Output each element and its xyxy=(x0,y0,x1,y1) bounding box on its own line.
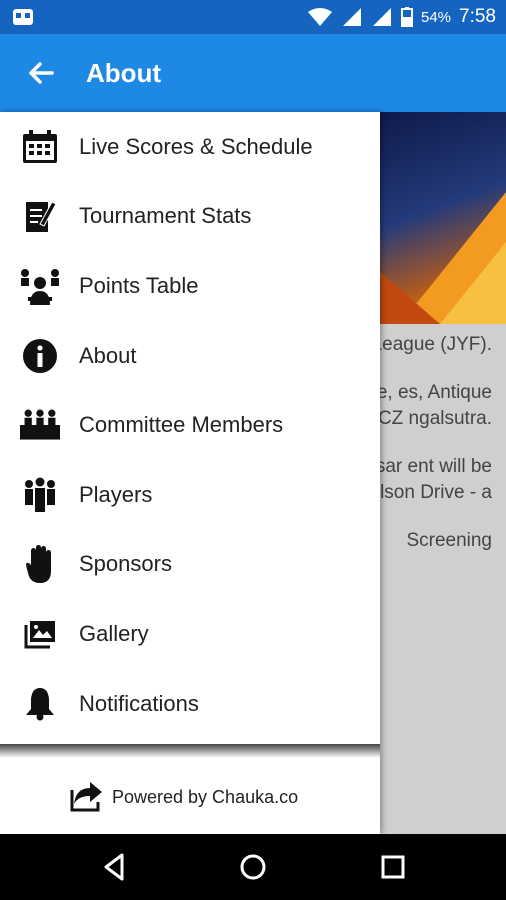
menu-item-notifications[interactable]: Notifications xyxy=(0,669,380,739)
hand-icon xyxy=(20,544,60,584)
signal-icon xyxy=(342,8,361,26)
wifi-icon xyxy=(307,8,332,26)
menu-item-points-table[interactable]: Points Table xyxy=(0,251,380,321)
drawer-menu: Live Scores & Schedule Tournament Stats … xyxy=(0,112,380,738)
app-bar: About xyxy=(0,34,506,112)
share-icon xyxy=(70,782,102,812)
signal-roaming-icon xyxy=(372,8,391,26)
article-para-4: Screening xyxy=(406,530,492,551)
menu-item-players[interactable]: Players xyxy=(0,460,380,530)
powered-by-footer[interactable]: Powered by Chauka.co xyxy=(0,760,380,834)
gallery-icon xyxy=(20,614,60,654)
bell-icon xyxy=(20,684,60,724)
menu-item-label: Gallery xyxy=(79,620,149,646)
article-text: is Zaveri et League (JYF). , 12 teams em… xyxy=(380,332,492,576)
menu-item-label: Notifications xyxy=(79,690,199,716)
menu-item-label: Live Scores & Schedule xyxy=(79,133,313,159)
about-content: is Zaveri et League (JYF). , 12 teams em… xyxy=(380,112,506,834)
status-bar: 54% 7:58 xyxy=(0,0,506,34)
info-icon xyxy=(20,336,60,376)
recents-square-icon[interactable] xyxy=(378,852,408,882)
battery-icon xyxy=(400,7,413,27)
android-notification-icon xyxy=(13,9,33,25)
menu-item-gallery[interactable]: Gallery xyxy=(0,599,380,669)
battery-percent: 54% xyxy=(420,8,452,26)
article-para-3: THE OVAL at Avsar ent will be concluding… xyxy=(380,456,492,503)
calendar-icon xyxy=(20,127,60,167)
back-triangle-icon[interactable] xyxy=(100,852,130,882)
menu-item-tournament-stats[interactable]: Tournament Stats xyxy=(0,182,380,252)
page-title: About xyxy=(86,58,162,88)
powered-by-text: Powered by Chauka.co xyxy=(112,787,299,807)
menu-item-label: Players xyxy=(79,481,153,507)
menu-item-committee-members[interactable]: Committee Members xyxy=(0,390,380,460)
banner-image xyxy=(380,112,506,324)
article-para-1: is Zaveri et League (JYF). xyxy=(380,334,492,355)
back-arrow-icon[interactable] xyxy=(24,56,58,90)
navigation-drawer: Live Scores & Schedule Tournament Stats … xyxy=(0,112,380,834)
clock: 7:58 xyxy=(459,6,496,27)
home-circle-icon[interactable] xyxy=(238,852,268,882)
points-table-icon xyxy=(20,266,60,306)
players-icon xyxy=(20,475,60,515)
stats-notepad-icon xyxy=(20,196,60,236)
menu-item-sponsors[interactable]: Sponsors xyxy=(0,530,380,600)
menu-item-label: Tournament Stats xyxy=(79,203,252,229)
menu-item-live-scores[interactable]: Live Scores & Schedule xyxy=(0,112,380,182)
footer-divider xyxy=(0,744,380,758)
menu-item-about[interactable]: About xyxy=(0,321,380,391)
menu-item-label: Points Table xyxy=(79,272,199,298)
system-nav-bar xyxy=(0,834,506,900)
menu-item-label: Committee Members xyxy=(79,412,284,438)
committee-icon xyxy=(20,405,60,445)
menu-item-label: Sponsors xyxy=(79,551,172,577)
article-para-2: , 12 teams ems Stone, es, Antique ullion… xyxy=(380,382,492,429)
menu-item-label: About xyxy=(79,342,137,368)
